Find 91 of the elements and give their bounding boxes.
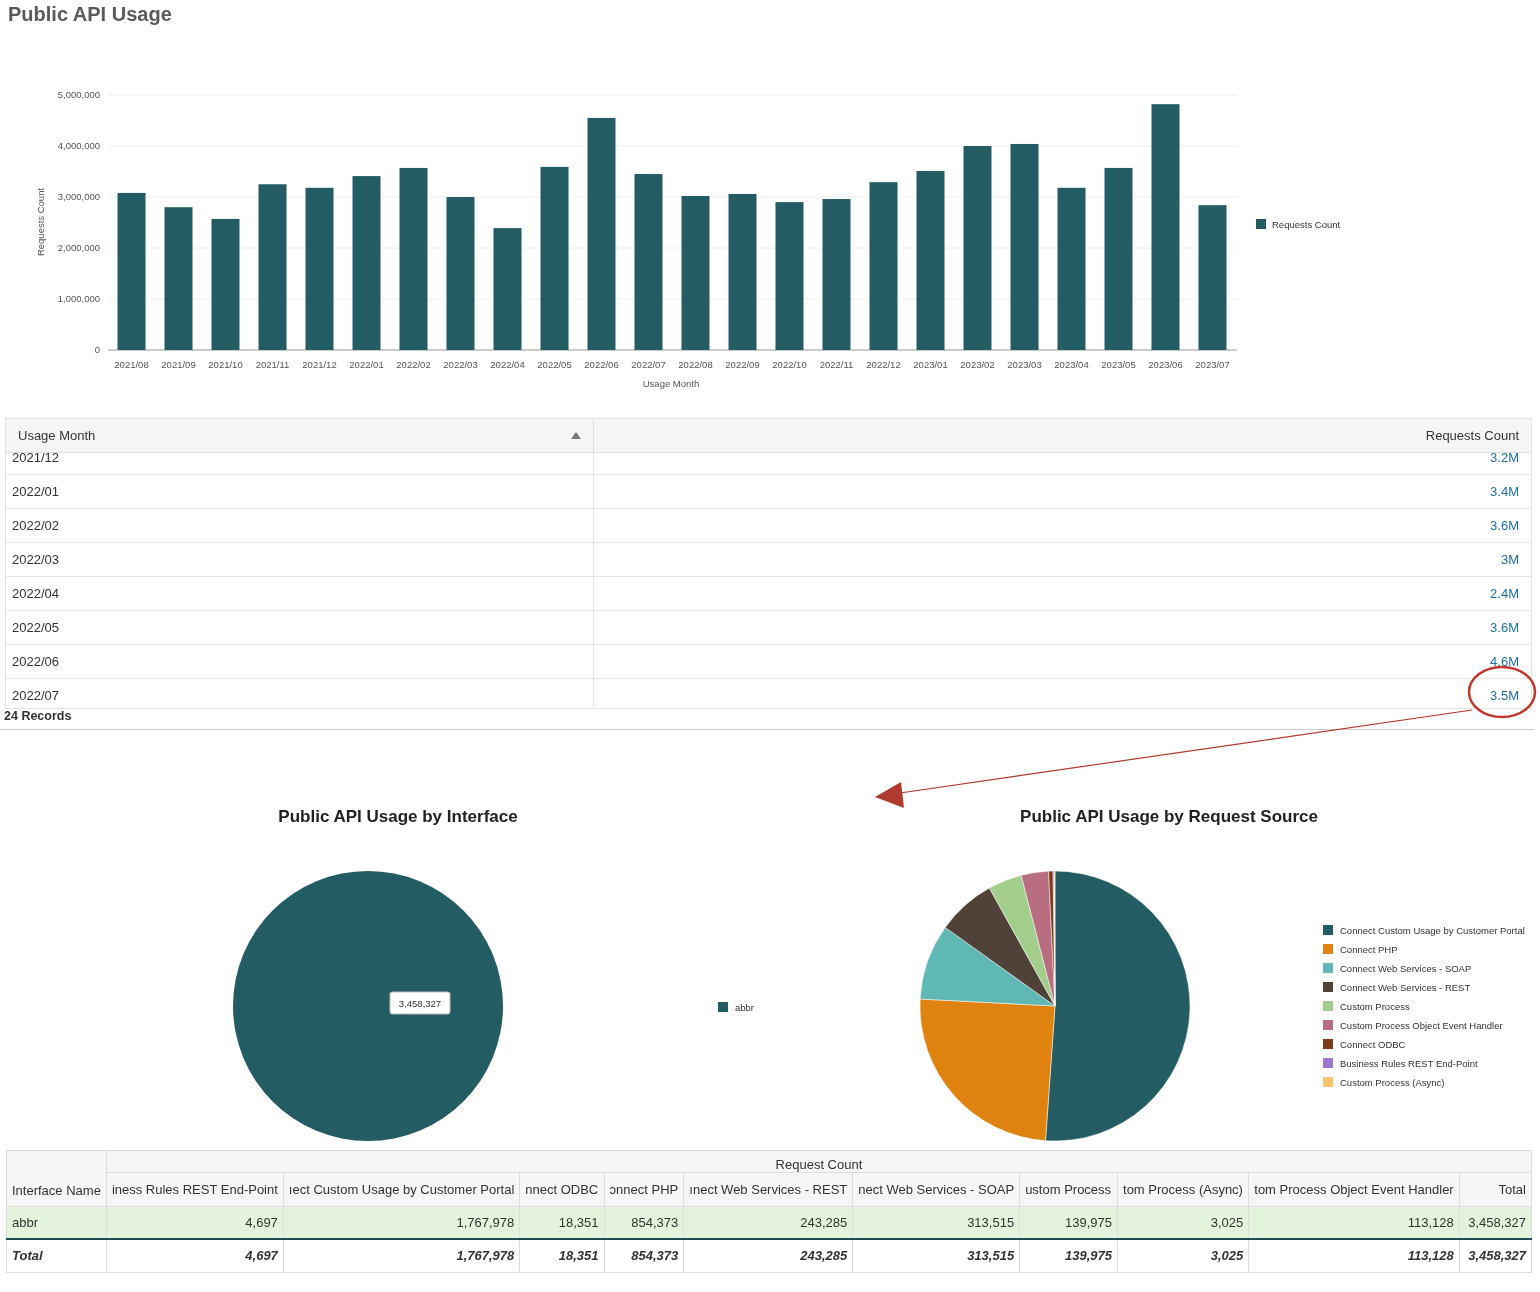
axis-tick-label: 2,000,000 — [57, 242, 100, 253]
axis-tick-label: 2023/05 — [1101, 359, 1136, 370]
total-cell: 113,128 — [1248, 1238, 1460, 1273]
table-cell: 3,458,327 — [1459, 1206, 1532, 1239]
legend-label: Connect Web Services - SOAP — [1340, 963, 1472, 974]
table-cell: 2022/06 — [12, 654, 59, 669]
axis-tick-label: 2023/03 — [1007, 359, 1042, 370]
total-cell: 3,458,327 — [1459, 1238, 1532, 1273]
total-cell: 18,351 — [519, 1238, 605, 1273]
axis-tick-label: 2022/07 — [631, 359, 666, 370]
table-cell: 2022/03 — [12, 552, 59, 567]
axis-tick-label: 2022/04 — [490, 359, 525, 370]
table-cell: 2022/02 — [12, 518, 59, 533]
legend-label: abbr — [735, 1002, 754, 1013]
axis-tick-label: 2021/08 — [114, 359, 149, 370]
axis-tick-label: 2023/01 — [913, 359, 948, 370]
data-label: 3,458,327 — [389, 991, 451, 1015]
axis-tick-label: 2023/07 — [1195, 359, 1230, 370]
axis-tick-label: 2023/04 — [1054, 359, 1089, 370]
legend-label: Business Rules REST End-Point — [1340, 1058, 1478, 1069]
total-cell: 854,373 — [604, 1238, 684, 1273]
legend-label: Connect PHP — [1340, 944, 1398, 955]
group-header: Request Count — [106, 1150, 1532, 1173]
column-header: nect Web Services - SOAP — [852, 1172, 1020, 1207]
axis-tick-label: 2021/12 — [302, 359, 337, 370]
legend-label: Connect Web Services - REST — [1340, 982, 1471, 993]
column-header: tom Process (Async) — [1117, 1172, 1249, 1207]
axis-tick-label: 2022/03 — [443, 359, 478, 370]
table-cell: 1,767,978 — [283, 1206, 520, 1239]
axis-tick-label: 2022/11 — [819, 359, 854, 370]
table-cell: 18,351 — [519, 1206, 605, 1239]
axis-tick-label: 2023/02 — [960, 359, 995, 370]
axis-tick-label: 2022/01 — [349, 359, 384, 370]
axis-tick-label: 2022/06 — [584, 359, 619, 370]
table-cell: 313,515 — [852, 1206, 1020, 1239]
table-cell: 2021/12 — [12, 453, 59, 465]
axis-title: Usage Month — [642, 378, 700, 389]
axis-tick-label: 2021/11 — [255, 359, 290, 370]
column-header: Total — [1459, 1172, 1532, 1207]
axis-tick-label: 2021/09 — [161, 359, 196, 370]
table-cell: 139,975 — [1019, 1206, 1118, 1239]
table-cell: 243,285 — [683, 1206, 853, 1239]
chart-title: Public API Usage by Interface — [278, 807, 518, 826]
table-cell: 854,373 — [604, 1206, 684, 1239]
total-cell: 313,515 — [852, 1238, 1020, 1273]
table-cell: 113,128 — [1248, 1206, 1460, 1239]
total-cell: 1,767,978 — [283, 1238, 520, 1273]
table-cell: 2022/01 — [12, 484, 59, 499]
column-header: iness Rules REST End-Point — [106, 1172, 284, 1207]
table-cell: 2022/07 — [12, 688, 59, 703]
axis-tick-label: 2022/02 — [396, 359, 431, 370]
axis-tick-label: 2022/05 — [537, 359, 572, 370]
legend-label: Connect Custom Usage by Customer Portal — [1340, 925, 1525, 936]
page-title: Public API Usage — [7, 2, 173, 27]
chart-title: Public API Usage by Request Source — [1020, 807, 1318, 826]
axis-title: Requests Count — [35, 187, 46, 257]
axis-tick-label: 4,000,000 — [57, 140, 100, 151]
data-label: 3,458,327 — [398, 998, 442, 1009]
legend-label: Custom Process Object Event Handler — [1340, 1020, 1503, 1031]
table-cell: 2022/05 — [12, 620, 59, 635]
table-cell: 2022/04 — [12, 586, 59, 601]
column-header: ıect Custom Usage by Customer Portal — [283, 1172, 520, 1207]
axis-tick-label: 2022/12 — [866, 359, 901, 370]
axis-tick-label: 2022/10 — [772, 359, 807, 370]
axis-tick-label: 0 — [94, 344, 100, 355]
axis-tick-label: 1,000,000 — [57, 293, 100, 304]
axis-tick-label: 2022/08 — [678, 359, 713, 370]
column-header: ınect Web Services - REST — [683, 1172, 853, 1207]
record-count: 24 Records — [4, 709, 72, 723]
table-cell: 4,697 — [106, 1206, 284, 1239]
column-header: tom Process Object Event Handler — [1248, 1172, 1460, 1207]
legend-label: Custom Process — [1340, 1001, 1410, 1012]
total-cell: 139,975 — [1019, 1238, 1118, 1273]
axis-tick-label: 5,000,000 — [57, 89, 100, 100]
column-header: ustom Process — [1019, 1172, 1118, 1207]
legend-label: Requests Count — [1272, 219, 1341, 230]
axis-tick-label: 2023/06 — [1148, 359, 1183, 370]
row-header: Interface Name — [6, 1150, 107, 1207]
table-cell: 3,025 — [1117, 1206, 1249, 1239]
row-label: abbr — [6, 1206, 107, 1239]
axis-tick-label: 3,000,000 — [57, 191, 100, 202]
column-header: ɔnnect PHP — [604, 1172, 684, 1207]
legend-label: Custom Process (Async) — [1340, 1077, 1445, 1088]
column-header: nnect ODBC — [519, 1172, 605, 1207]
axis-tick-label: 2022/09 — [725, 359, 760, 370]
total-cell: 243,285 — [683, 1238, 853, 1273]
total-cell: 3,025 — [1117, 1238, 1249, 1273]
total-cell: 4,697 — [106, 1238, 284, 1273]
legend-label: Connect ODBC — [1340, 1039, 1406, 1050]
axis-tick-label: 2021/10 — [208, 359, 243, 370]
total-label: Total — [6, 1238, 107, 1273]
